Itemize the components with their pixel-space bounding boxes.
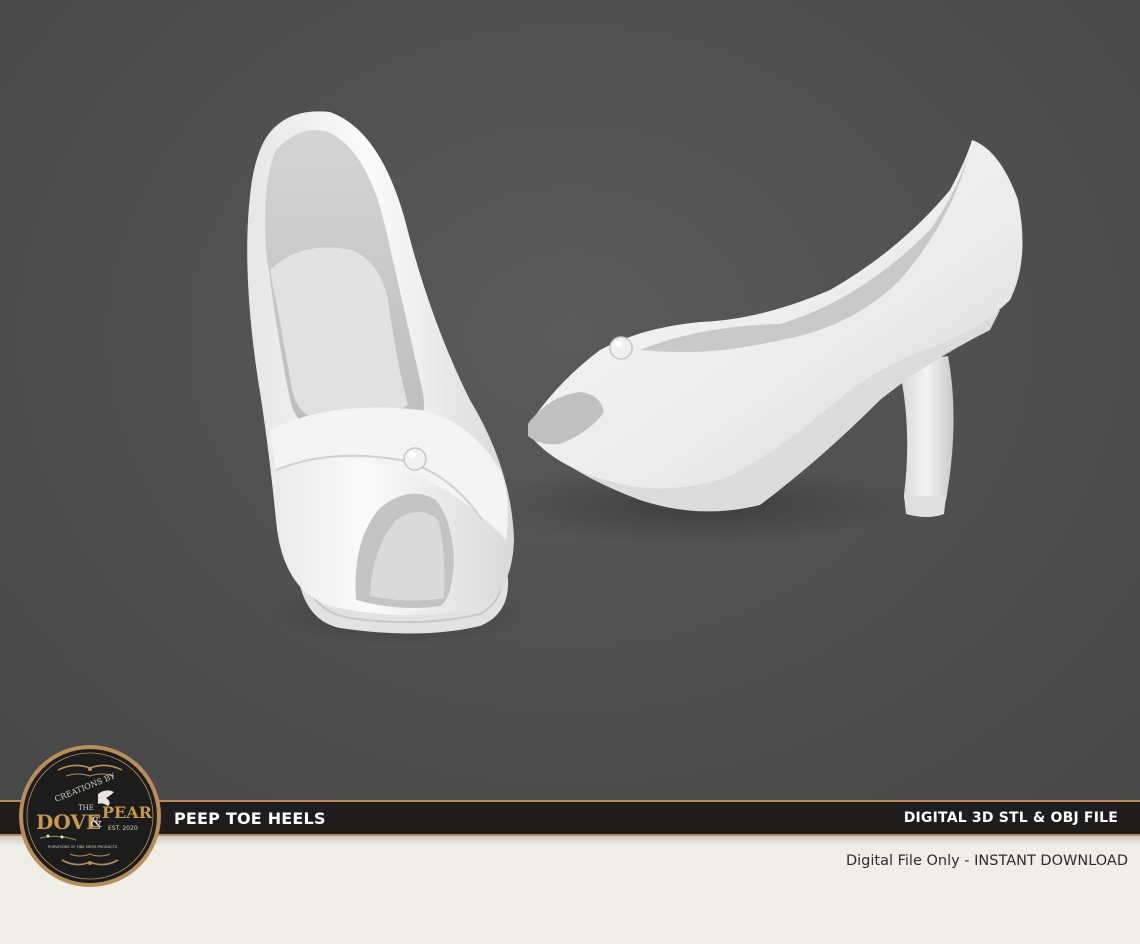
- logo-tagline: PURVEYORS OF FINE MESH PRODUCTS: [48, 845, 118, 849]
- product-banner: PEEP TOE HEELS DIGITAL 3D STL & OBJ FILE: [0, 800, 1140, 836]
- product-render-area: [0, 0, 1140, 800]
- banner-shadow: [0, 836, 1140, 846]
- left-shoe: [247, 111, 514, 634]
- peep-toe-heels-render: [247, 111, 1023, 646]
- product-title: PEEP TOE HEELS: [174, 809, 326, 828]
- dove-and-pear-logo: CREATIONS BY THE DOVE & PEAR EST. 2020 P…: [19, 745, 161, 887]
- logo-est: EST. 2020: [108, 825, 138, 832]
- logo-pear: PEAR: [102, 803, 153, 822]
- file-type-label: DIGITAL 3D STL & OBJ FILE: [903, 810, 1118, 826]
- download-note: Digital File Only - INSTANT DOWNLOAD: [845, 853, 1128, 869]
- logo-amp: &: [90, 815, 102, 831]
- right-shoe: [528, 140, 1023, 517]
